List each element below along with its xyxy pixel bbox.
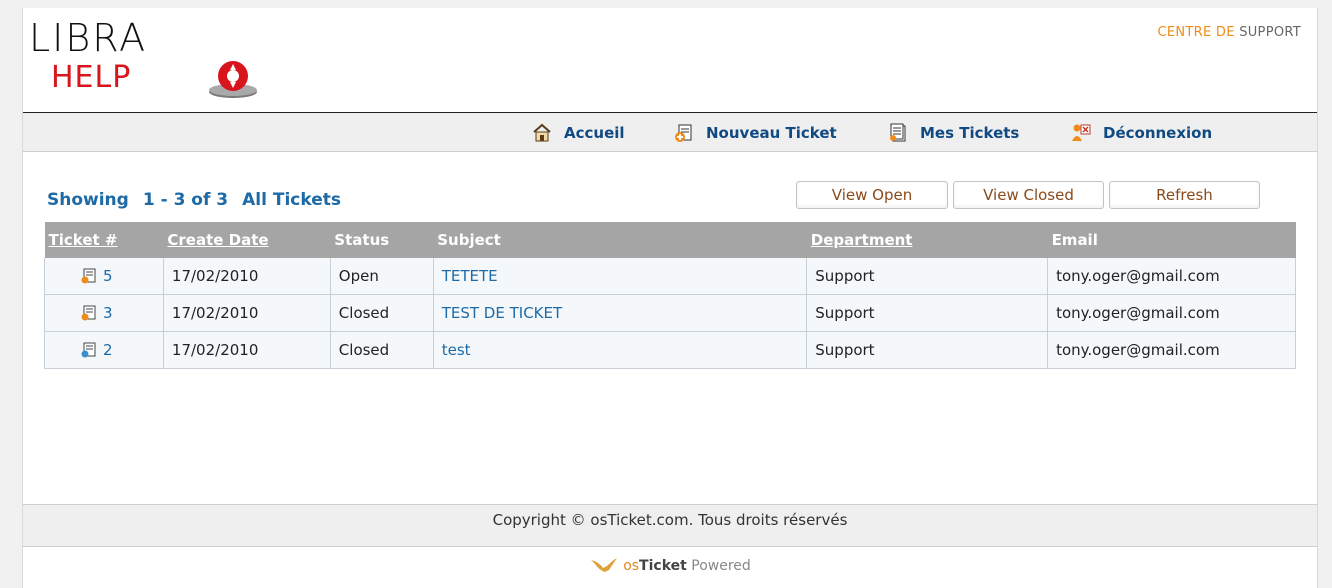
header: LIBRA HELP CENTRE DE SUPPORT [23, 8, 1317, 113]
table-row: 3 17/02/2010 Closed TEST DE TICKET Suppo… [44, 294, 1296, 332]
department-cell: Support [806, 258, 1049, 295]
powered-ticket: Ticket [639, 558, 687, 574]
ticket-number-cell[interactable]: 2 [44, 331, 164, 369]
view-closed-button[interactable]: View Closed [953, 181, 1104, 209]
col-create-date[interactable]: Create Date [163, 222, 331, 258]
col-department[interactable]: Department [806, 222, 1048, 258]
new-ticket-icon [675, 124, 692, 142]
home-icon [533, 123, 551, 142]
logo-text-top: LIBRA [29, 16, 148, 60]
nav-new-ticket[interactable]: Nouveau Ticket [674, 123, 837, 143]
nav-new-ticket-label: Nouveau Ticket [706, 124, 837, 142]
table-row: 5 17/02/2010 Open TETETE Support tony.og… [44, 258, 1296, 295]
email-cell: tony.oger@gmail.com [1047, 294, 1296, 332]
table-header-row: Ticket # Create Date Status Subject Depa… [44, 222, 1296, 258]
main-content: Showing 1 - 3 of 3 All Tickets View Open V… [23, 152, 1317, 502]
ticket-web-icon [81, 268, 96, 284]
footer: Copyright © osTicket.com. Tous droits ré… [23, 504, 1317, 547]
nav-my-tickets[interactable]: Mes Tickets [888, 123, 1019, 143]
showing-range: 1 - 3 of 3 [142, 190, 229, 210]
logout-icon [1072, 124, 1091, 141]
col-subject: Subject [433, 222, 807, 258]
showing-scope: All Tickets [242, 190, 341, 210]
support-title-accent: CENTRE DE [1157, 25, 1235, 40]
nav-my-tickets-label: Mes Tickets [920, 124, 1020, 142]
subject-link[interactable]: TETETE [442, 267, 498, 285]
powered-rest: Powered [686, 558, 751, 574]
ticket-number[interactable]: 5 [103, 267, 113, 285]
create-date-cell: 17/02/2010 [162, 294, 331, 332]
lifebuoy-icon [209, 61, 257, 98]
subject-link[interactable]: TEST DE TICKET [442, 304, 562, 322]
status-cell: Open [329, 258, 434, 295]
libra-help-logo[interactable]: LIBRA HELP [29, 18, 269, 106]
status-cell: Closed [329, 294, 434, 332]
ticket-number[interactable]: 3 [103, 304, 113, 322]
powered-by[interactable]: osTicket Powered [23, 556, 1317, 574]
nav-logout[interactable]: Déconnexion [1071, 123, 1212, 143]
powered-os: os [623, 558, 640, 574]
nav-home-label: Accueil [564, 124, 625, 142]
tickets-table: Ticket # Create Date Status Subject Depa… [44, 222, 1296, 369]
page-container: LIBRA HELP CENTRE DE SUPPORT Accueil Nou… [22, 8, 1318, 588]
create-date-cell: 17/02/2010 [162, 258, 331, 295]
subject-cell: test [432, 331, 808, 369]
showing-label: Showing [47, 190, 129, 210]
support-title-rest: SUPPORT [1239, 25, 1301, 40]
email-cell: tony.oger@gmail.com [1047, 331, 1296, 369]
table-row: 2 17/02/2010 Closed test Support tony.og… [44, 331, 1296, 369]
ticket-web-icon [81, 305, 96, 321]
col-email: Email [1047, 222, 1296, 258]
status-cell: Closed [329, 331, 434, 369]
subject-link[interactable]: test [442, 341, 471, 359]
col-status: Status [330, 222, 434, 258]
copyright-text: Copyright © osTicket.com. Tous droits ré… [492, 511, 848, 529]
subject-cell: TETETE [432, 258, 808, 295]
ticket-number[interactable]: 2 [103, 341, 113, 359]
my-tickets-icon [890, 123, 906, 142]
logo-text-bottom: HELP [51, 60, 132, 95]
support-center-title: CENTRE DE SUPPORT [1157, 25, 1301, 40]
ticket-listing-title: Showing 1 - 3 of 3 All Tickets [47, 190, 341, 210]
view-open-button[interactable]: View Open [796, 181, 948, 209]
create-date-cell: 17/02/2010 [162, 331, 331, 369]
email-cell: tony.oger@gmail.com [1047, 258, 1296, 295]
department-cell: Support [806, 331, 1049, 369]
ticket-number-cell[interactable]: 3 [44, 294, 164, 332]
refresh-button[interactable]: Refresh [1109, 181, 1260, 209]
nav-home[interactable]: Accueil [532, 123, 625, 143]
main-nav: Accueil Nouveau Ticket Mes Tickets Décon… [23, 113, 1317, 152]
subject-cell: TEST DE TICKET [432, 294, 808, 332]
nav-logout-label: Déconnexion [1103, 124, 1213, 142]
ticket-email-icon [81, 342, 96, 358]
ticket-number-cell[interactable]: 5 [44, 258, 164, 295]
department-cell: Support [806, 294, 1049, 332]
osticket-kangaroo-icon [591, 558, 618, 572]
col-ticket-number[interactable]: Ticket # [44, 222, 164, 258]
